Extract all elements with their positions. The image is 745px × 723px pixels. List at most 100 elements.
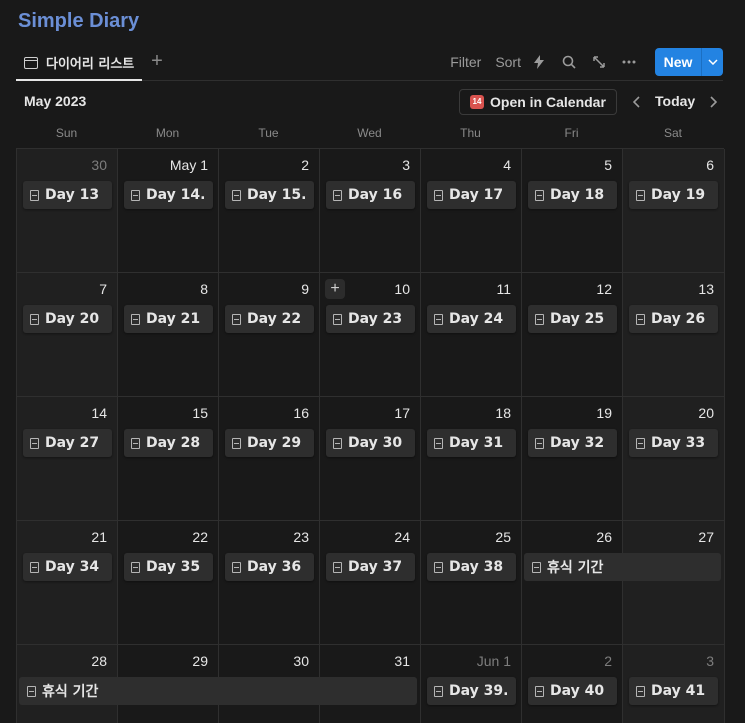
weekday-label: Sun	[55, 126, 78, 140]
calendar-day-cell[interactable]: 3 Day 41	[623, 645, 725, 723]
diary-entry-card[interactable]: Day 35	[124, 553, 213, 581]
day-number: 2	[604, 653, 612, 669]
day-number: 6	[706, 157, 714, 173]
diary-entry-card[interactable]: Day 14.	[124, 181, 213, 209]
calendar-day-cell[interactable]: 24 Day 37	[320, 521, 421, 645]
calendar-day-cell[interactable]: 6 Day 19	[623, 149, 725, 273]
diary-entry-card[interactable]: Day 33	[629, 429, 718, 457]
more-icon[interactable]	[617, 50, 641, 74]
calendar-day-cell[interactable]: 30 Day 13	[17, 149, 118, 273]
entry-title: Day 19	[651, 187, 706, 203]
calendar-day-cell[interactable]: 19 Day 32	[522, 397, 623, 521]
entry-title: Day 29	[247, 435, 302, 451]
diary-entry-card[interactable]: Day 32	[528, 429, 617, 457]
chevron-left-icon[interactable]	[628, 92, 646, 112]
month-label: May 2023	[24, 93, 87, 109]
multi-day-event[interactable]: 휴식 기간	[19, 677, 417, 705]
day-number: 10	[394, 281, 410, 297]
diary-entry-card[interactable]: Day 21	[124, 305, 213, 333]
entry-title: Day 21	[146, 311, 201, 327]
diary-entry-card[interactable]: Day 22	[225, 305, 314, 333]
weekday-label: Tue	[258, 126, 279, 140]
calendar-day-cell[interactable]: 7 Day 20	[17, 273, 118, 397]
add-entry-button[interactable]: +	[325, 279, 345, 299]
calendar-day-cell[interactable]: 2 Day 15.	[219, 149, 320, 273]
chevron-right-icon[interactable]	[704, 92, 722, 112]
page-icon	[30, 437, 39, 449]
day-number: 4	[503, 157, 511, 173]
entry-title: Day 22	[247, 311, 302, 327]
diary-entry-card[interactable]: Day 31	[427, 429, 516, 457]
diary-entry-card[interactable]: Day 17	[427, 181, 516, 209]
diary-entry-card[interactable]: Day 27	[23, 429, 112, 457]
calendar-day-cell[interactable]: 25 Day 38	[421, 521, 522, 645]
diary-entry-card[interactable]: Day 16	[326, 181, 415, 209]
calendar-day-cell[interactable]: 23 Day 36	[219, 521, 320, 645]
calendar-day-cell[interactable]: May 1 Day 14.	[118, 149, 219, 273]
diary-entry-card[interactable]: Day 15.	[225, 181, 314, 209]
diary-entry-card[interactable]: Day 40	[528, 677, 617, 705]
diary-entry-card[interactable]: Day 28	[124, 429, 213, 457]
new-button[interactable]: New	[655, 48, 701, 76]
chevron-down-icon[interactable]	[701, 48, 723, 76]
diary-entry-card[interactable]: Day 36	[225, 553, 314, 581]
calendar-day-cell[interactable]: 27	[623, 521, 725, 645]
calendar-day-cell[interactable]: 8 Day 21	[118, 273, 219, 397]
open-in-calendar-button[interactable]: 14 Open in Calendar	[459, 89, 617, 115]
calendar-day-cell[interactable]: 2 Day 40	[522, 645, 623, 723]
calendar-day-cell[interactable]: 13 Day 26	[623, 273, 725, 397]
diary-entry-card[interactable]: Day 23	[326, 305, 415, 333]
day-number: 20	[698, 405, 714, 421]
calendar-day-cell[interactable]: 4 Day 17	[421, 149, 522, 273]
filter-button[interactable]: Filter	[450, 54, 481, 70]
lightning-icon[interactable]	[527, 50, 551, 74]
today-button[interactable]: Today	[655, 93, 695, 109]
diary-entry-card[interactable]: Day 26	[629, 305, 718, 333]
diary-entry-card[interactable]: Day 25	[528, 305, 617, 333]
diary-entry-card[interactable]: Day 30	[326, 429, 415, 457]
search-icon[interactable]	[557, 50, 581, 74]
tab-diary-list[interactable]: 다이어리 리스트	[16, 46, 143, 81]
calendar-day-cell[interactable]: 17 Day 30	[320, 397, 421, 521]
day-number: Jun 1	[476, 653, 511, 669]
day-number: 27	[698, 529, 714, 545]
day-number: 7	[99, 281, 107, 297]
calendar-day-cell[interactable]: 9 Day 22	[219, 273, 320, 397]
calendar-day-cell[interactable]: 14 Day 27	[17, 397, 118, 521]
diary-entry-card[interactable]: Day 24	[427, 305, 516, 333]
calendar-day-cell[interactable]: Jun 1 Day 39.	[421, 645, 522, 723]
expand-icon[interactable]	[587, 50, 611, 74]
weekday-label: Thu	[460, 126, 481, 140]
diary-entry-card[interactable]: Day 37	[326, 553, 415, 581]
diary-entry-card[interactable]: Day 38	[427, 553, 516, 581]
diary-entry-card[interactable]: Day 13	[23, 181, 112, 209]
diary-entry-card[interactable]: Day 29	[225, 429, 314, 457]
page-icon	[636, 437, 645, 449]
diary-entry-card[interactable]: Day 19	[629, 181, 718, 209]
calendar-day-cell[interactable]: 20 Day 33	[623, 397, 725, 521]
calendar-day-cell[interactable]: 22 Day 35	[118, 521, 219, 645]
page-icon	[434, 437, 443, 449]
diary-entry-card[interactable]: Day 39.	[427, 677, 516, 705]
diary-entry-card[interactable]: Day 34	[23, 553, 112, 581]
open-in-calendar-label: Open in Calendar	[490, 94, 606, 110]
diary-entry-card[interactable]: Day 41	[629, 677, 718, 705]
sort-button[interactable]: Sort	[495, 54, 521, 70]
multi-day-event[interactable]: 휴식 기간	[524, 553, 721, 581]
diary-entry-card[interactable]: Day 18	[528, 181, 617, 209]
calendar-day-cell[interactable]: 5 Day 18	[522, 149, 623, 273]
calendar-day-cell[interactable]: 21 Day 34	[17, 521, 118, 645]
calendar-day-cell[interactable]: 12 Day 25	[522, 273, 623, 397]
page-icon	[131, 561, 140, 573]
entry-title: Day 25	[550, 311, 605, 327]
day-number: 9	[301, 281, 309, 297]
diary-entry-card[interactable]: Day 20	[23, 305, 112, 333]
calendar-day-cell[interactable]: 10 + Day 23	[320, 273, 421, 397]
add-view-button[interactable]: +	[146, 50, 168, 72]
calendar-day-cell[interactable]: 26	[522, 521, 623, 645]
calendar-day-cell[interactable]: 15 Day 28	[118, 397, 219, 521]
calendar-day-cell[interactable]: 11 Day 24	[421, 273, 522, 397]
calendar-day-cell[interactable]: 16 Day 29	[219, 397, 320, 521]
calendar-day-cell[interactable]: 18 Day 31	[421, 397, 522, 521]
calendar-day-cell[interactable]: 3 Day 16	[320, 149, 421, 273]
